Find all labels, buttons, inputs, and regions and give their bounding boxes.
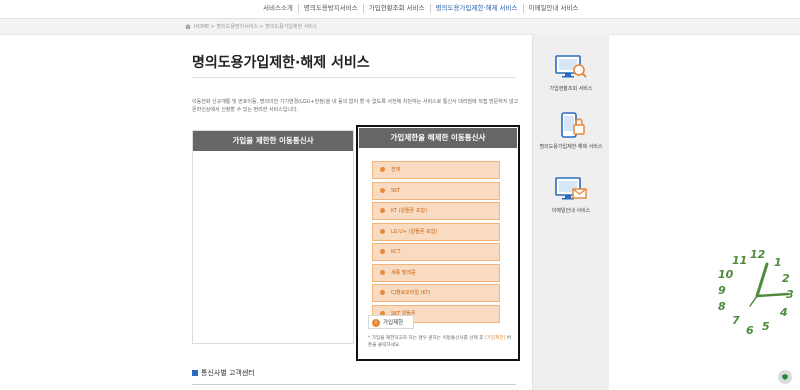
section-heading-text: 통신사별 고객센터 [201, 369, 255, 377]
carrier-label: LG U+ (알뜰폰 포함) [391, 228, 438, 235]
carrier-label: KCT [391, 249, 401, 255]
note-highlight: [가입제한] [484, 336, 506, 341]
breadcrumb: HOME > 명의도용방지서비스 > 명의도용가입제한 서비스 [185, 23, 318, 30]
carrier-item-cj-hello[interactable]: CJ헬로모바일 (KT) [372, 284, 500, 302]
breadcrumb-text: HOME > 명의도용방지서비스 > 명의도용가입제한 서비스 [194, 24, 318, 30]
service-description: 이동전화 신규개통 및 번호이동, 명의이전 기기변경(LGU+한정)을 내 동… [192, 99, 519, 113]
carrier-item-kct[interactable]: KCT [372, 243, 500, 261]
bullet-icon [380, 167, 385, 172]
bullet-icon [380, 208, 385, 213]
sidebar-label: 명의도용가입제한·해제 서비스 [539, 144, 603, 150]
nav-item-subscription-lookup[interactable]: 가입현황조회 서비스 [364, 4, 431, 13]
carrier-item-skt[interactable]: SKT [372, 181, 500, 200]
sidebar-label: 가입현황조회 서비스 [549, 86, 593, 92]
phone-lock-icon [561, 112, 585, 138]
restricted-carriers-title: 가입을 제한한 이동통신사 [193, 131, 353, 151]
sidebar-item-subscription-restriction[interactable]: 명의도용가입제한·해제 서비스 [533, 110, 609, 150]
desktop-clock-widget: 11 12 1 2 3 4 5 6 7 8 9 10 [712, 248, 800, 338]
sidebar-item-email-notice[interactable]: 이메일안내 서비스 [533, 174, 609, 214]
quick-sidebar: 가입현황조회 서비스 명의도용가입제한·해제 서비스 이메일안내 서비스 [532, 34, 609, 390]
chevron-left-icon: ‹ [372, 319, 380, 327]
bullet-icon [380, 228, 385, 234]
restrict-button-label: 가입제한 [383, 320, 404, 326]
clock-hands-icon [749, 262, 790, 307]
square-bullet-icon [192, 370, 198, 376]
main-content: 명의도용가입제한·해제 서비스 이동전화 신규개통 및 번호이동, 명의이전 기… [180, 34, 530, 390]
monitor-mail-icon [555, 177, 587, 200]
top-navigation: 서비스소개 명의도용방지서비스 가입현황조회 서비스 명의도용가입제한·해제 서… [0, 0, 800, 19]
sidebar-label: 이메일안내 서비스 [551, 208, 591, 214]
carrier-item-sejong[interactable]: 세종 텔레콤 [372, 263, 500, 282]
security-shield-icon[interactable] [778, 370, 792, 384]
nav-item-subscription-restriction[interactable]: 명의도용가입제한·해제 서비스 [431, 4, 524, 13]
restrict-button[interactable]: ‹ 가입제한 [368, 315, 414, 329]
title-divider [192, 77, 516, 78]
breadcrumb-bar: HOME > 명의도용방지서비스 > 명의도용가입제한 서비스 [0, 19, 800, 35]
carrier-customer-center-heading: 통신사별 고객센터 [192, 368, 255, 378]
carrier-label: 전체 [391, 167, 401, 173]
bullet-icon [380, 290, 385, 295]
section-divider [192, 384, 516, 385]
unrestricted-carriers-title: 가입제한을 해제한 이동통신사 [359, 128, 517, 148]
bullet-icon [380, 269, 385, 275]
carrier-item-kt[interactable]: KT (알뜰폰 포함) [372, 202, 500, 220]
restriction-note: * 가입을 제한하고자 하는 경우 원하는 이동통신사를 선택 후 [가입제한]… [368, 335, 514, 349]
monitor-search-icon [555, 55, 587, 78]
home-icon[interactable] [185, 24, 191, 29]
carrier-label: SKT [391, 187, 401, 194]
nav-item-service-intro[interactable]: 서비스소개 [258, 4, 299, 13]
bullet-icon [380, 249, 385, 254]
nav-item-identity-theft-prevention[interactable]: 명의도용방지서비스 [299, 4, 364, 13]
carrier-item-all[interactable]: 전체 [372, 161, 500, 179]
carrier-list: 전체 SKT KT (알뜰폰 포함) LG U+ (알뜰폰 포함) KCT 세종… [372, 161, 500, 325]
carrier-label: 세종 텔레콤 [391, 269, 416, 276]
restricted-carriers-panel: 가입을 제한한 이동통신사 [192, 130, 354, 344]
nav-item-email-notice[interactable]: 이메일안내 서비스 [524, 4, 584, 13]
page-title: 명의도용가입제한·해제 서비스 [192, 55, 370, 71]
bullet-icon [380, 187, 385, 193]
unrestricted-carriers-panel: 가입제한을 해제한 이동통신사 전체 SKT KT (알뜰폰 포함) LG U+… [356, 125, 520, 361]
note-text: * 가입을 제한하고자 하는 경우 원하는 이동통신사를 선택 후 [368, 336, 484, 341]
carrier-label: CJ헬로모바일 (KT) [391, 290, 431, 296]
carrier-item-lgu[interactable]: LG U+ (알뜰폰 포함) [372, 222, 500, 241]
carrier-label: KT (알뜰폰 포함) [391, 208, 428, 214]
sidebar-item-subscription-lookup[interactable]: 가입현황조회 서비스 [533, 52, 609, 92]
